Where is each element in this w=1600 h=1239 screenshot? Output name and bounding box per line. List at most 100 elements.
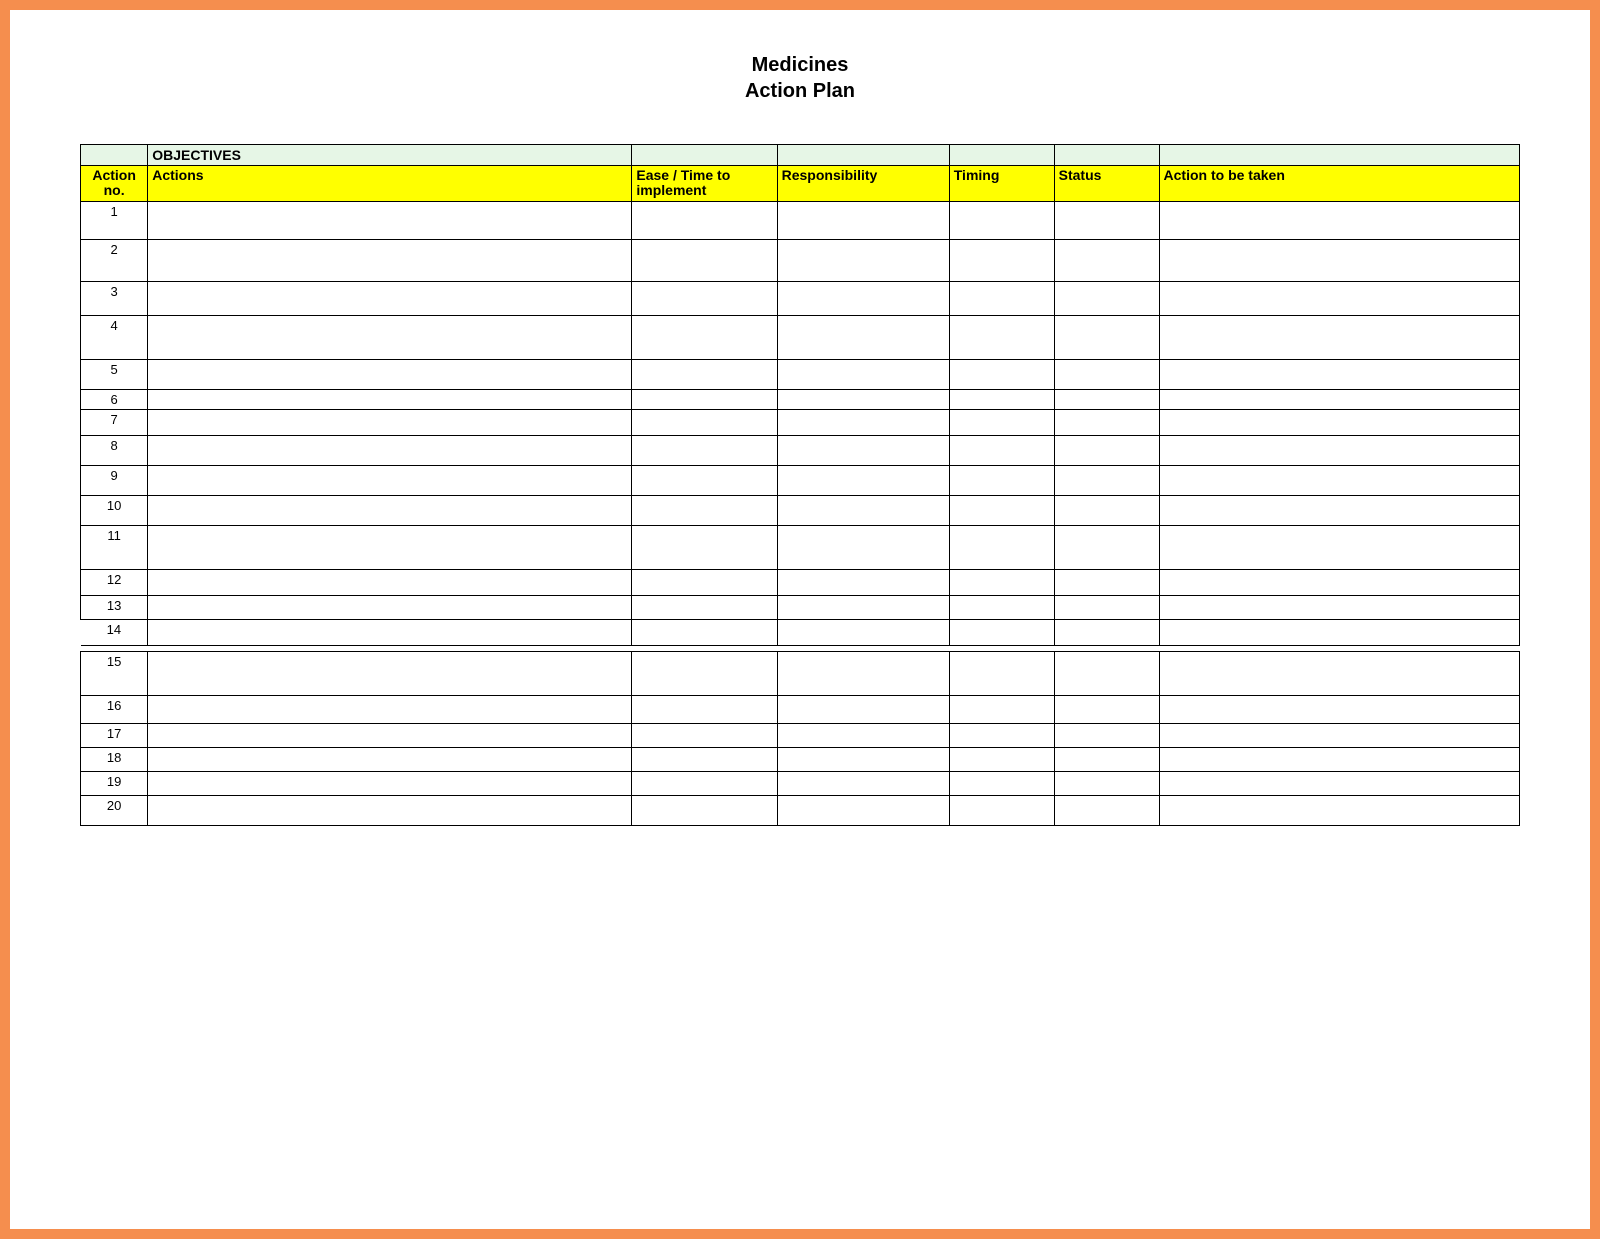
cell-to-be-taken[interactable] [1159,409,1519,435]
cell-ease[interactable] [632,747,777,771]
cell-to-be-taken[interactable] [1159,619,1519,645]
cell-timing[interactable] [949,723,1054,747]
cell-timing[interactable] [949,281,1054,315]
cell-actions[interactable] [148,747,632,771]
cell-timing[interactable] [949,359,1054,389]
cell-to-be-taken[interactable] [1159,651,1519,695]
cell-ease[interactable] [632,795,777,825]
cell-to-be-taken[interactable] [1159,771,1519,795]
cell-timing[interactable] [949,771,1054,795]
cell-responsibility[interactable] [777,465,949,495]
cell-actions[interactable] [148,389,632,409]
cell-to-be-taken[interactable] [1159,389,1519,409]
cell-ease[interactable] [632,465,777,495]
cell-timing[interactable] [949,695,1054,723]
cell-status[interactable] [1054,595,1159,619]
cell-ease[interactable] [632,619,777,645]
cell-ease[interactable] [632,723,777,747]
cell-ease[interactable] [632,435,777,465]
cell-timing[interactable] [949,409,1054,435]
cell-actions[interactable] [148,795,632,825]
cell-responsibility[interactable] [777,239,949,281]
cell-to-be-taken[interactable] [1159,281,1519,315]
cell-actions[interactable] [148,771,632,795]
cell-to-be-taken[interactable] [1159,747,1519,771]
cell-responsibility[interactable] [777,389,949,409]
cell-to-be-taken[interactable] [1159,435,1519,465]
cell-responsibility[interactable] [777,595,949,619]
cell-actions[interactable] [148,201,632,239]
cell-ease[interactable] [632,771,777,795]
cell-ease[interactable] [632,389,777,409]
cell-timing[interactable] [949,595,1054,619]
cell-status[interactable] [1054,409,1159,435]
cell-ease[interactable] [632,239,777,281]
cell-responsibility[interactable] [777,747,949,771]
cell-status[interactable] [1054,201,1159,239]
cell-responsibility[interactable] [777,569,949,595]
cell-status[interactable] [1054,569,1159,595]
cell-to-be-taken[interactable] [1159,695,1519,723]
cell-to-be-taken[interactable] [1159,359,1519,389]
cell-ease[interactable] [632,359,777,389]
cell-to-be-taken[interactable] [1159,525,1519,569]
cell-responsibility[interactable] [777,201,949,239]
cell-to-be-taken[interactable] [1159,595,1519,619]
cell-ease[interactable] [632,201,777,239]
cell-timing[interactable] [949,569,1054,595]
cell-actions[interactable] [148,239,632,281]
cell-responsibility[interactable] [777,495,949,525]
cell-status[interactable] [1054,795,1159,825]
cell-status[interactable] [1054,435,1159,465]
cell-status[interactable] [1054,651,1159,695]
cell-status[interactable] [1054,495,1159,525]
cell-responsibility[interactable] [777,525,949,569]
cell-ease[interactable] [632,315,777,359]
cell-ease[interactable] [632,569,777,595]
cell-timing[interactable] [949,525,1054,569]
cell-responsibility[interactable] [777,723,949,747]
cell-timing[interactable] [949,651,1054,695]
cell-ease[interactable] [632,595,777,619]
cell-actions[interactable] [148,409,632,435]
cell-actions[interactable] [148,359,632,389]
cell-status[interactable] [1054,619,1159,645]
cell-timing[interactable] [949,389,1054,409]
cell-responsibility[interactable] [777,435,949,465]
cell-actions[interactable] [148,525,632,569]
cell-status[interactable] [1054,723,1159,747]
cell-to-be-taken[interactable] [1159,315,1519,359]
cell-status[interactable] [1054,525,1159,569]
cell-to-be-taken[interactable] [1159,723,1519,747]
cell-ease[interactable] [632,281,777,315]
cell-timing[interactable] [949,795,1054,825]
cell-actions[interactable] [148,595,632,619]
cell-status[interactable] [1054,359,1159,389]
cell-status[interactable] [1054,239,1159,281]
cell-ease[interactable] [632,695,777,723]
cell-responsibility[interactable] [777,651,949,695]
cell-actions[interactable] [148,651,632,695]
cell-actions[interactable] [148,723,632,747]
cell-status[interactable] [1054,465,1159,495]
cell-timing[interactable] [949,465,1054,495]
cell-responsibility[interactable] [777,795,949,825]
cell-responsibility[interactable] [777,281,949,315]
cell-timing[interactable] [949,619,1054,645]
cell-responsibility[interactable] [777,315,949,359]
cell-actions[interactable] [148,435,632,465]
cell-status[interactable] [1054,281,1159,315]
cell-actions[interactable] [148,315,632,359]
cell-timing[interactable] [949,239,1054,281]
cell-to-be-taken[interactable] [1159,201,1519,239]
cell-actions[interactable] [148,695,632,723]
cell-actions[interactable] [148,569,632,595]
cell-timing[interactable] [949,201,1054,239]
cell-status[interactable] [1054,771,1159,795]
cell-actions[interactable] [148,281,632,315]
cell-responsibility[interactable] [777,695,949,723]
cell-timing[interactable] [949,315,1054,359]
cell-status[interactable] [1054,695,1159,723]
cell-ease[interactable] [632,409,777,435]
cell-timing[interactable] [949,747,1054,771]
